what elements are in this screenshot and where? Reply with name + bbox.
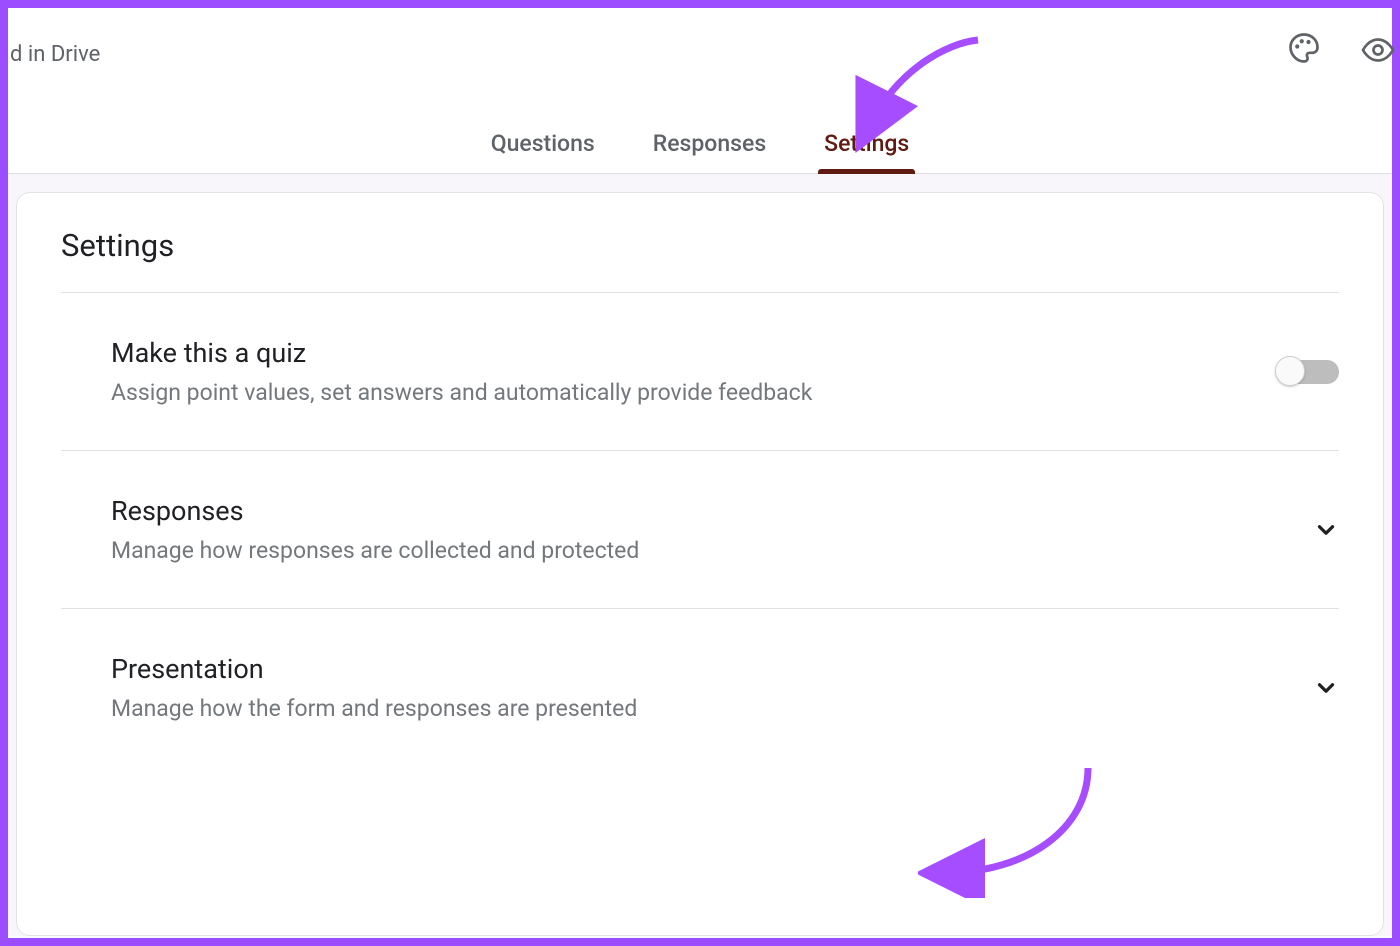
section-responses-title: Responses bbox=[111, 495, 1289, 527]
section-responses-text: Responses Manage how responses are colle… bbox=[111, 495, 1289, 564]
section-presentation[interactable]: Presentation Manage how the form and res… bbox=[61, 609, 1339, 766]
tab-questions[interactable]: Questions bbox=[485, 120, 601, 173]
chevron-down-icon bbox=[1313, 517, 1339, 543]
section-quiz-desc: Assign point values, set answers and aut… bbox=[111, 379, 1253, 406]
section-presentation-desc: Manage how the form and responses are pr… bbox=[111, 695, 1289, 722]
expand-presentation-button[interactable] bbox=[1313, 675, 1339, 701]
page-body: Settings Make this a quiz Assign point v… bbox=[8, 174, 1392, 936]
tabs-bar: Questions Responses Settings bbox=[8, 120, 1392, 174]
section-responses[interactable]: Responses Manage how responses are colle… bbox=[61, 451, 1339, 608]
customize-theme-button[interactable] bbox=[1286, 30, 1322, 66]
toggle-knob bbox=[1275, 356, 1305, 386]
expand-responses-button[interactable] bbox=[1313, 517, 1339, 543]
quiz-toggle[interactable] bbox=[1277, 360, 1339, 384]
section-presentation-title: Presentation bbox=[111, 653, 1289, 685]
saved-in-drive-text: d in Drive bbox=[10, 42, 100, 67]
section-quiz-text: Make this a quiz Assign point values, se… bbox=[111, 337, 1253, 406]
section-presentation-text: Presentation Manage how the form and res… bbox=[111, 653, 1289, 722]
section-responses-desc: Manage how responses are collected and p… bbox=[111, 537, 1289, 564]
tab-responses[interactable]: Responses bbox=[647, 120, 772, 173]
preview-button[interactable] bbox=[1360, 32, 1396, 68]
palette-icon bbox=[1286, 30, 1322, 66]
eye-icon bbox=[1360, 32, 1396, 68]
section-quiz-title: Make this a quiz bbox=[111, 337, 1253, 369]
section-quiz: Make this a quiz Assign point values, se… bbox=[61, 293, 1339, 450]
tab-settings[interactable]: Settings bbox=[818, 120, 915, 173]
chevron-down-icon bbox=[1313, 675, 1339, 701]
top-bar: d in Drive bbox=[8, 8, 1392, 68]
settings-title: Settings bbox=[61, 227, 1339, 264]
settings-card: Settings Make this a quiz Assign point v… bbox=[16, 192, 1384, 936]
